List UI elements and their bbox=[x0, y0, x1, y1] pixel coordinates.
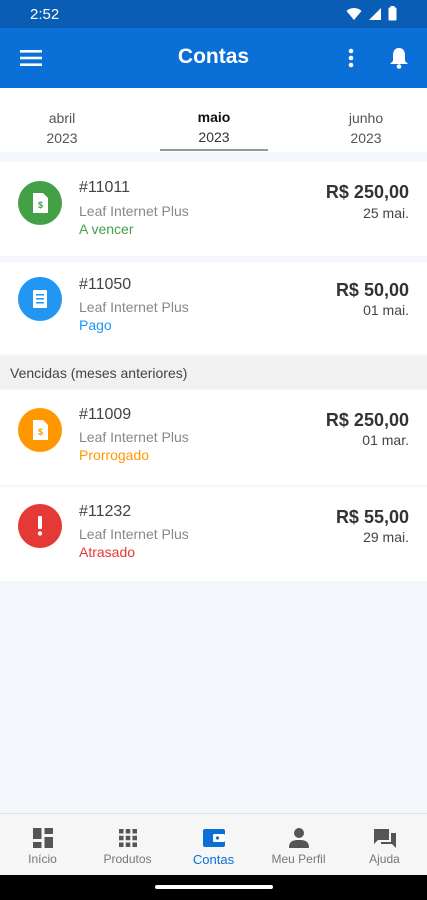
bill-due-date: 01 mar. bbox=[362, 432, 409, 448]
nav-label: Contas bbox=[192, 852, 235, 867]
bill-id: #11050 bbox=[79, 276, 132, 293]
bill-amount: R$ 250,00 bbox=[325, 182, 409, 202]
nav-item-inicio[interactable]: Início bbox=[0, 814, 85, 876]
bill-card[interactable]: $ #11009 Leaf Internet Plus Prorrogado R… bbox=[0, 390, 427, 485]
bill-due-date: 29 mai. bbox=[363, 529, 409, 545]
status-time: 2:52 bbox=[30, 6, 60, 23]
gesture-bar bbox=[0, 875, 427, 900]
invoice-dollar-icon: $ bbox=[18, 408, 62, 452]
bill-card[interactable]: $ #11011 Leaf Internet Plus A vencer R$ … bbox=[0, 162, 427, 256]
svg-text:$: $ bbox=[38, 427, 43, 437]
bill-due-date: 25 mai. bbox=[363, 205, 409, 221]
battery-icon bbox=[388, 6, 397, 21]
more-vert-icon bbox=[348, 48, 354, 68]
overdue-section-header: Vencidas (meses anteriores) bbox=[0, 356, 427, 389]
tab-year-label: 2023 bbox=[46, 130, 78, 146]
bill-card[interactable]: #11232 Leaf Internet Plus Atrasado R$ 55… bbox=[0, 487, 427, 581]
more-options-button[interactable] bbox=[339, 44, 363, 72]
active-tab-indicator bbox=[160, 149, 268, 151]
person-icon bbox=[287, 826, 311, 850]
nav-item-produtos[interactable]: Produtos bbox=[85, 814, 170, 876]
signal-icon bbox=[369, 7, 381, 20]
tab-year-label: 2023 bbox=[350, 130, 382, 146]
tab-month-label: maio bbox=[197, 109, 231, 125]
invoice-dollar-icon: $ bbox=[18, 181, 62, 225]
bell-icon bbox=[390, 48, 408, 69]
app-bar: Contas bbox=[0, 28, 427, 88]
bill-plan: Leaf Internet Plus bbox=[79, 299, 189, 315]
nav-label: Início bbox=[28, 852, 57, 866]
receipt-icon bbox=[18, 277, 62, 321]
nav-item-meu-perfil[interactable]: Meu Perfil bbox=[256, 814, 341, 876]
bill-plan: Leaf Internet Plus bbox=[79, 203, 189, 219]
exclamation-icon bbox=[18, 504, 62, 548]
chat-icon bbox=[373, 826, 397, 850]
wallet-icon bbox=[202, 826, 226, 850]
tab-year-label: 2023 bbox=[198, 129, 230, 145]
wifi-icon bbox=[346, 7, 362, 20]
bill-status: A vencer bbox=[79, 221, 134, 237]
status-bar: 2:52 bbox=[0, 0, 427, 28]
bottom-nav: Início Produtos Contas Meu Perfil Ajuda bbox=[0, 813, 427, 875]
nav-label: Produtos bbox=[103, 852, 152, 866]
bill-plan: Leaf Internet Plus bbox=[79, 429, 189, 445]
grid-icon bbox=[116, 826, 140, 850]
dashboard-icon bbox=[31, 826, 55, 850]
svg-text:$: $ bbox=[38, 200, 43, 210]
nav-item-ajuda[interactable]: Ajuda bbox=[342, 814, 427, 876]
bill-status: Pago bbox=[79, 317, 112, 333]
bill-amount: R$ 250,00 bbox=[325, 410, 409, 430]
month-tabs: abril 2023 maio 2023 junho 2023 bbox=[0, 88, 427, 152]
bill-status: Prorrogado bbox=[79, 447, 150, 463]
bill-card[interactable]: #11050 Leaf Internet Plus Pago R$ 50,00 … bbox=[0, 262, 427, 354]
bill-amount: R$ 55,00 bbox=[335, 507, 409, 527]
status-icons bbox=[346, 6, 397, 21]
bill-amount: R$ 50,00 bbox=[335, 280, 409, 300]
bill-id: #11232 bbox=[79, 503, 132, 520]
notifications-button[interactable] bbox=[385, 44, 413, 72]
bill-plan: Leaf Internet Plus bbox=[79, 526, 189, 542]
tab-month-april[interactable]: abril 2023 bbox=[0, 88, 124, 152]
nav-item-contas[interactable]: Contas bbox=[171, 814, 256, 876]
nav-label: Meu Perfil bbox=[271, 852, 326, 866]
bill-status: Atrasado bbox=[79, 544, 136, 560]
bill-due-date: 01 mai. bbox=[363, 302, 409, 318]
home-gesture-handle[interactable] bbox=[155, 885, 273, 889]
bill-id: #11009 bbox=[79, 406, 132, 423]
section-title: Vencidas (meses anteriores) bbox=[10, 365, 188, 381]
tab-month-may[interactable]: maio 2023 bbox=[160, 88, 268, 152]
tab-month-label: abril bbox=[48, 110, 76, 126]
tab-month-june[interactable]: junho 2023 bbox=[305, 88, 427, 152]
bill-id: #11011 bbox=[79, 179, 131, 196]
nav-label: Ajuda bbox=[369, 852, 400, 866]
tab-month-label: junho bbox=[348, 110, 384, 126]
